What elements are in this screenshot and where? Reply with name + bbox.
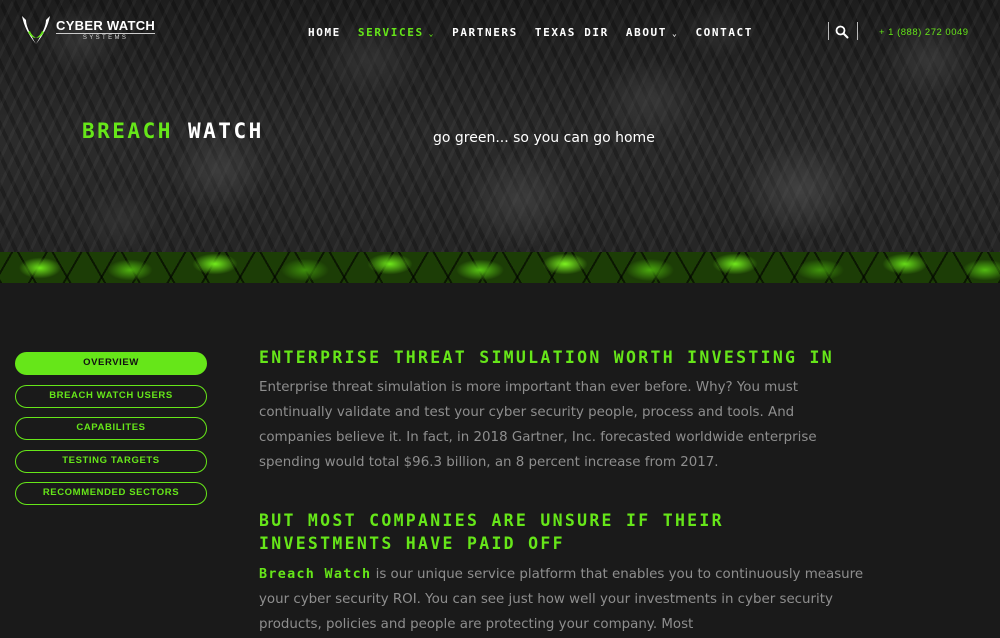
logo-subtitle: SYSTEMS bbox=[56, 33, 156, 41]
main-content: ENTERPRISE THREAT SIMULATION WORTH INVES… bbox=[259, 346, 939, 637]
heading-line: INVESTMENTS HAVE PAID OFF bbox=[259, 534, 565, 553]
phone-link[interactable]: + 1 (888) 272 0049 bbox=[879, 27, 969, 38]
sidebar-item-breach-watch-users[interactable]: BREACH WATCH USERS bbox=[15, 384, 207, 408]
nav-about-label: ABOUT bbox=[625, 26, 668, 39]
section-paragraph: Enterprise threat simulation is more imp… bbox=[259, 380, 817, 470]
nav-contact[interactable]: CONTACT bbox=[695, 26, 753, 39]
sidebar-item-recommended-sectors[interactable]: RECOMMENDED SECTORS bbox=[15, 482, 207, 505]
logo[interactable]: CYBER WATCH SYSTEMS bbox=[20, 14, 156, 46]
nav-partners-label: PARTNERS bbox=[452, 26, 518, 39]
sidebar-item-capabilities[interactable]: CAPABILITES bbox=[15, 417, 207, 440]
brand-name-inline: Breach Watch bbox=[259, 567, 372, 582]
page-title: BREACH WATCH bbox=[82, 119, 264, 143]
logo-title: CYBER WATCH bbox=[56, 18, 156, 33]
nav-home-label: HOME bbox=[308, 26, 341, 39]
nav-partners[interactable]: PARTNERS bbox=[452, 26, 518, 39]
nav-contact-label: CONTACT bbox=[695, 26, 753, 39]
heading-line: BUT MOST COMPANIES ARE UNSURE IF THEIR bbox=[259, 511, 724, 530]
nav-texas-dir-label: TEXAS DIR bbox=[534, 26, 609, 39]
nav-services[interactable]: SERVICES ⌄ bbox=[358, 26, 435, 39]
section-heading: ENTERPRISE THREAT SIMULATION WORTH INVES… bbox=[259, 348, 834, 367]
sidebar-item-testing-targets[interactable]: TESTING TARGETS bbox=[15, 449, 207, 473]
section-heading: BUT MOST COMPANIES ARE UNSURE IF THEIR I… bbox=[259, 509, 939, 555]
nav-about[interactable]: ABOUT ⌄ bbox=[626, 26, 679, 39]
logo-wings-icon bbox=[22, 16, 50, 44]
nav-home[interactable]: HOME bbox=[308, 26, 341, 39]
chevron-down-icon: ⌄ bbox=[428, 29, 436, 38]
nav-divider bbox=[828, 22, 829, 40]
section-sidebar: OVERVIEW BREACH WATCH USERS CAPABILITES … bbox=[15, 352, 207, 515]
chevron-down-icon: ⌄ bbox=[672, 29, 679, 38]
page-title-green: BREACH bbox=[82, 119, 173, 143]
main-nav: HOME SERVICES ⌄ PARTNERS TEXAS DIR ABOUT ⌄… bbox=[308, 26, 770, 39]
nav-services-label: SERVICES bbox=[357, 26, 424, 39]
search-icon[interactable] bbox=[835, 25, 849, 39]
nav-divider bbox=[857, 22, 858, 40]
hero-tagline: go green... so you can go home bbox=[433, 130, 655, 146]
nav-texas-dir[interactable]: TEXAS DIR bbox=[535, 26, 609, 39]
sidebar-item-overview[interactable]: OVERVIEW bbox=[15, 352, 207, 375]
section-paragraph: Breach Watch is our unique service platf… bbox=[259, 562, 869, 637]
page-title-white: WATCH bbox=[188, 119, 264, 143]
hexagon-pattern-band bbox=[0, 252, 1000, 283]
